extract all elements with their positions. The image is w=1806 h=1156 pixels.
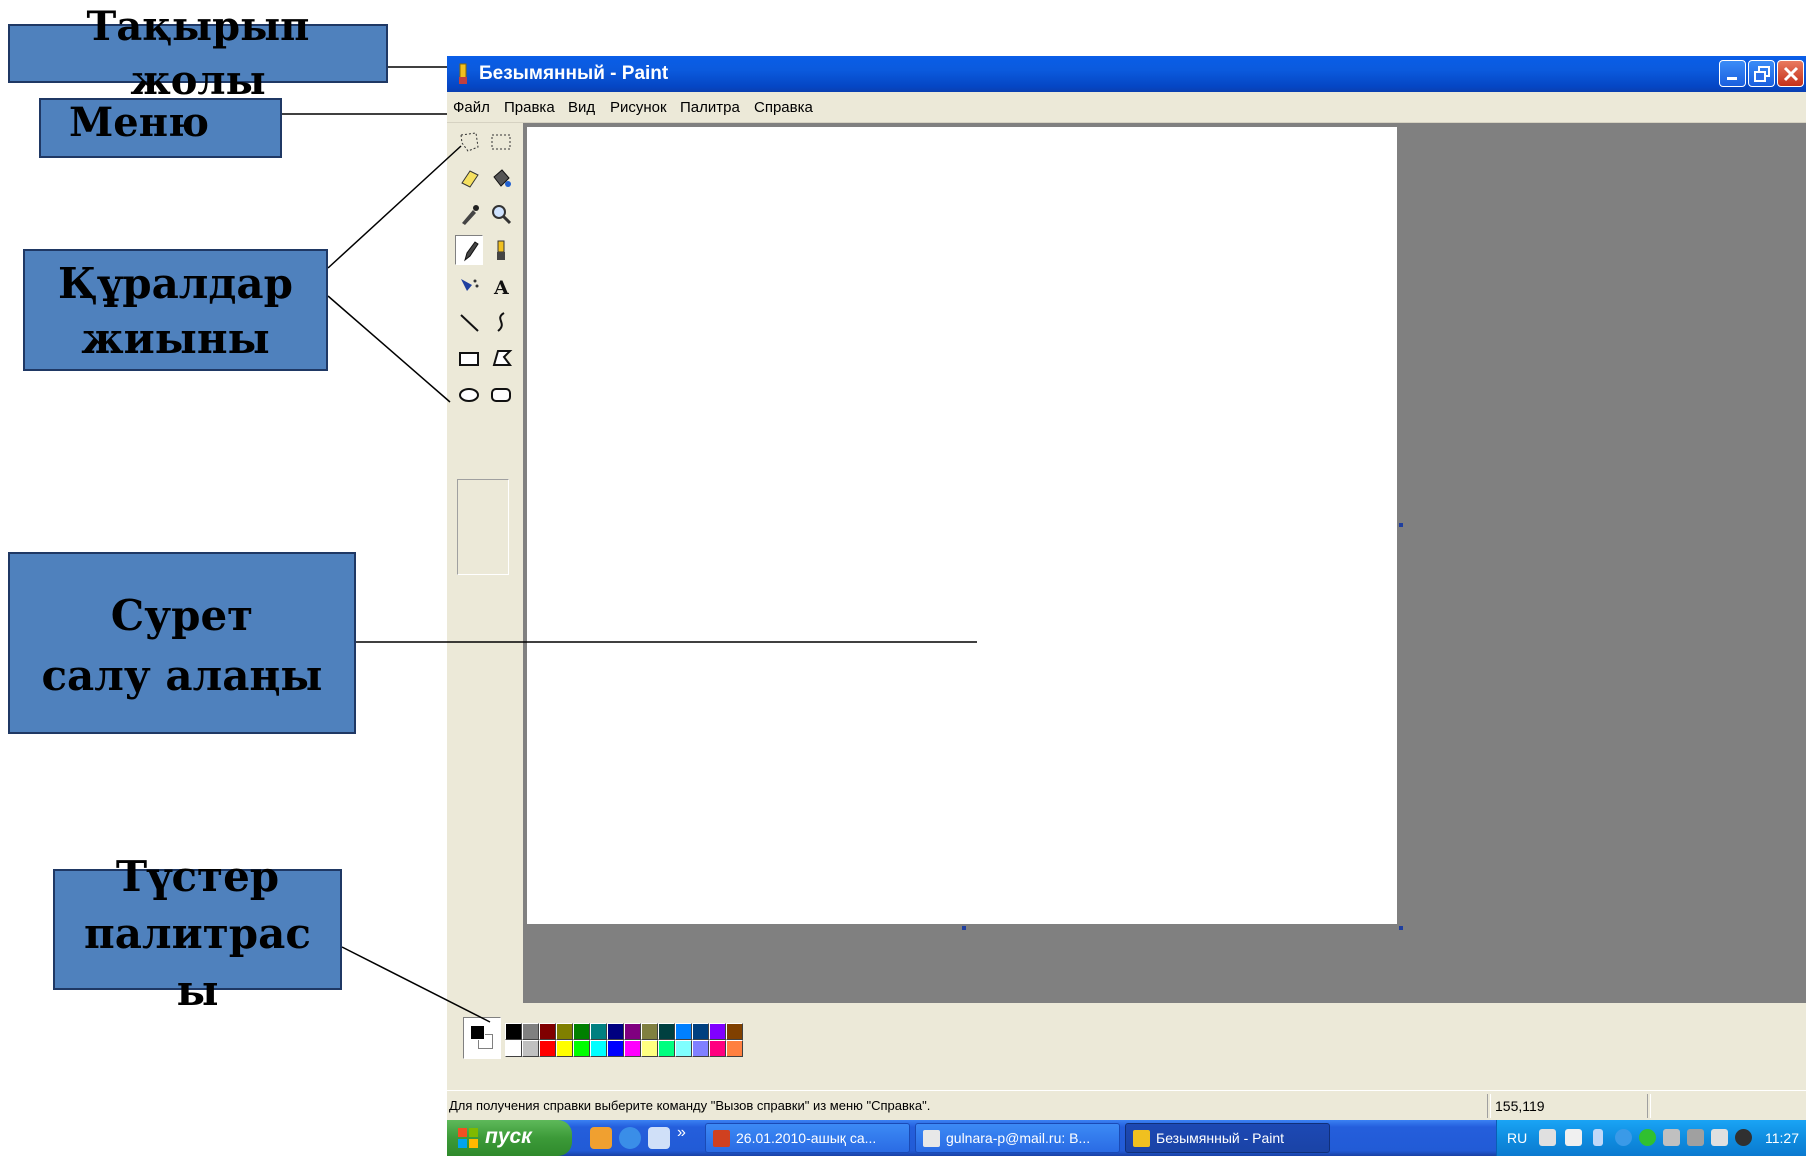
connector-toolbox-top: [327, 145, 462, 269]
callout-palette-text: Түстер палитрас ы: [53, 848, 342, 1019]
callout-title-bar-text: Тақырып жолы: [8, 0, 388, 108]
connector-toolbox-bottom: [327, 295, 451, 403]
callout-toolbox-text: Құралдар жиыны: [23, 256, 328, 366]
callout-line: салу алаңы: [41, 651, 323, 700]
callout-line: жиыны: [81, 314, 270, 363]
callout-line: Тақырып: [86, 3, 310, 50]
callout-menu-text: Меню: [68, 99, 210, 146]
callout-line: ы: [176, 966, 219, 1015]
callout-line: Құралдар: [58, 259, 293, 308]
callout-line: Түстер: [115, 852, 280, 901]
callout-line: Сурет: [110, 591, 254, 640]
callout-canvas-text: Сурет салу алаңы: [8, 586, 356, 706]
connector-palette: [341, 946, 491, 1023]
callout-line: палитрас: [84, 909, 311, 958]
